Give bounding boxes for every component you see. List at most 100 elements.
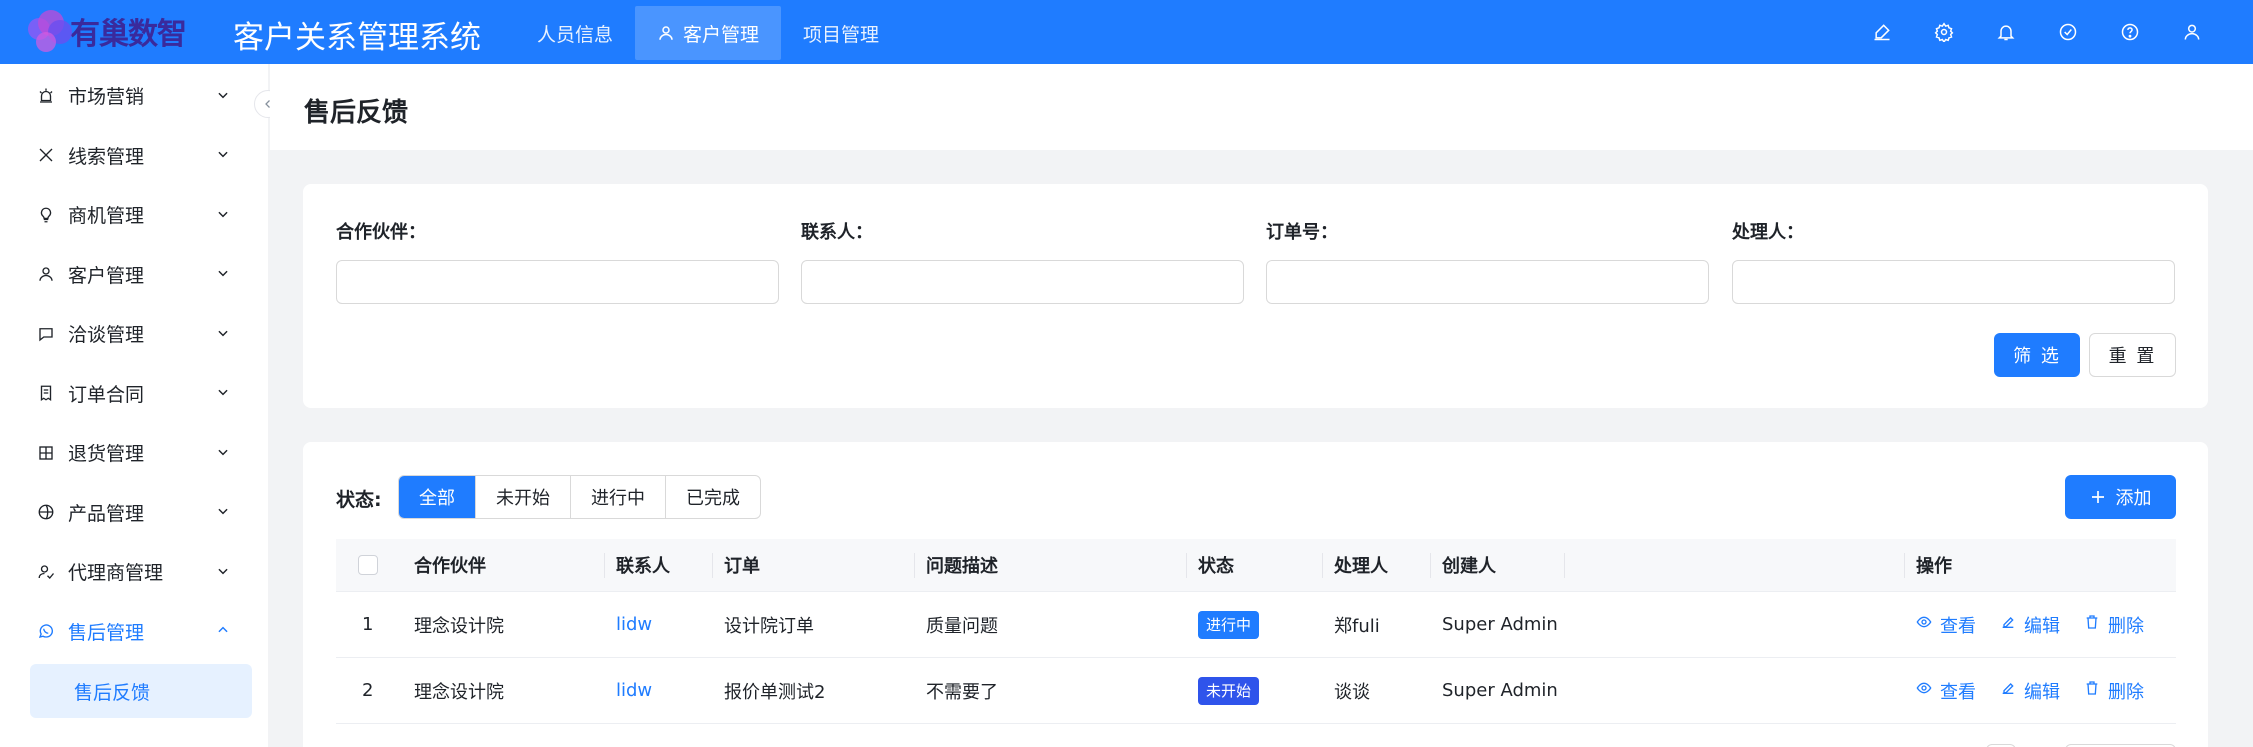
column-header-issue[interactable]: 问题描述 <box>926 539 998 591</box>
edit-label: 编辑 <box>2024 615 2060 637</box>
alarm-icon <box>36 86 56 106</box>
chevron-down-icon <box>216 144 230 166</box>
table-row: 1 理念设计院 lidw 设计院订单 质量问题 进行中 郑fuli Super Admin 查看… <box>336 592 2176 658</box>
sidebar-item-1[interactable]: 线索管理 <box>0 126 268 186</box>
delete-button[interactable]: 删除 <box>2084 612 2144 638</box>
row-actions: 查看 编辑 删除 <box>1916 658 2168 723</box>
chevron-down-icon <box>216 442 230 464</box>
row-status-cell: 进行中 <box>1198 592 1260 657</box>
column-header-order[interactable]: 订单 <box>724 539 760 591</box>
sidebar-item-0[interactable]: 市场营销 <box>0 66 268 126</box>
status-tab-in-progress[interactable]: 进行中 <box>571 476 666 518</box>
view-button[interactable]: 查看 <box>1916 612 1976 638</box>
row-order: 设计院订单 <box>724 615 814 637</box>
row-status-cell: 未开始 <box>1198 658 1260 723</box>
column-header-partner[interactable]: 合作伙伴 <box>414 539 486 591</box>
view-label: 查看 <box>1940 615 1976 637</box>
order-number-input[interactable] <box>1266 260 1709 304</box>
nav-label: 人员信息 <box>537 23 614 46</box>
status-badge: 进行中 <box>1198 610 1260 639</box>
contact-input[interactable] <box>801 260 1244 304</box>
chevron-down-icon <box>216 204 230 226</box>
sidebar-item-3[interactable]: 客户管理 <box>0 245 268 305</box>
sidebar-item-label: 订单合同 <box>68 383 145 406</box>
chevron-down-icon <box>216 501 230 523</box>
column-divider <box>1564 553 1565 578</box>
logo[interactable]: 有巢数智 <box>24 6 244 56</box>
handler-filter: 处理人： <box>1732 218 2175 304</box>
order-number-label: 订单号： <box>1266 222 1338 243</box>
filter-card: 合作伙伴： 联系人： 订单号： 处理人： 筛 选 重 置 <box>303 184 2208 408</box>
sidebar-item-5[interactable]: 订单合同 <box>0 364 268 424</box>
help-icon[interactable] <box>2099 0 2161 64</box>
status-tab-completed[interactable]: 已完成 <box>666 476 760 518</box>
user-icon[interactable] <box>2161 0 2223 64</box>
x-icon <box>36 145 56 165</box>
row-creator: Super Admin <box>1442 680 1558 701</box>
status-tab-not-started[interactable]: 未开始 <box>476 476 571 518</box>
chevron-down-icon <box>216 382 230 404</box>
sidebar-item-8[interactable]: 代理商管理 <box>0 542 268 602</box>
handler-input[interactable] <box>1732 260 2175 304</box>
gear-icon[interactable] <box>1913 0 1975 64</box>
view-button[interactable]: 查看 <box>1916 678 1976 704</box>
status-tab-all[interactable]: 全部 <box>399 476 476 518</box>
row-contact-link[interactable]: lidw <box>616 658 652 723</box>
sidebar-item-label: 产品管理 <box>68 502 145 525</box>
edit-button[interactable]: 编辑 <box>2000 612 2060 638</box>
sidebar-item-6[interactable]: 退货管理 <box>0 423 268 483</box>
row-order: 报价单测试2 <box>724 681 826 703</box>
column-header-status[interactable]: 状态 <box>1198 539 1234 591</box>
top-header: 有巢数智 客户关系管理系统 人员信息 客户管理 项目管理 <box>0 0 2253 64</box>
app-title: 客户关系管理系统 <box>233 20 481 56</box>
plus-icon <box>2091 491 2104 503</box>
filter-button[interactable]: 筛 选 <box>1994 333 2080 377</box>
select-all-checkbox[interactable] <box>358 555 378 575</box>
add-button[interactable]: 添加 <box>2065 475 2176 519</box>
bell-icon[interactable] <box>1975 0 2037 64</box>
chevron-down-icon <box>216 263 230 285</box>
contact-label: 联系人： <box>801 222 873 243</box>
check-circle-icon[interactable] <box>2037 0 2099 64</box>
page-title-bar: 售后反馈 <box>270 64 2253 150</box>
row-creator: Super Admin <box>1442 614 1558 635</box>
column-header-creator[interactable]: 创建人 <box>1442 539 1496 591</box>
sidebar-item-7[interactable]: 产品管理 <box>0 483 268 543</box>
brush-icon[interactable] <box>1851 0 1913 64</box>
sidebar-item-label: 代理商管理 <box>68 562 164 585</box>
column-header-contact[interactable]: 联系人 <box>616 539 670 591</box>
nav-item-customer[interactable]: 客户管理 <box>635 6 782 60</box>
column-header-actions: 操作 <box>1916 556 1952 577</box>
chat-icon <box>36 324 56 344</box>
edit-icon <box>2000 614 2024 635</box>
column-divider <box>1430 553 1431 578</box>
sidebar-item-4[interactable]: 洽谈管理 <box>0 304 268 364</box>
sidebar-item-2[interactable]: 商机管理 <box>0 185 268 245</box>
delete-button[interactable]: 删除 <box>2084 678 2144 704</box>
partner-label: 合作伙伴： <box>336 222 426 243</box>
nav-label: 客户管理 <box>683 23 760 46</box>
sidebar-item-label: 洽谈管理 <box>68 324 145 347</box>
edit-button[interactable]: 编辑 <box>2000 678 2060 704</box>
column-divider <box>604 553 605 578</box>
bulb-icon <box>36 205 56 225</box>
reset-button[interactable]: 重 置 <box>2089 333 2176 377</box>
sidebar-item-9[interactable]: 售后管理 <box>0 602 268 662</box>
column-header-handler[interactable]: 处理人 <box>1334 539 1388 591</box>
nav-item-project[interactable]: 项目管理 <box>781 6 901 60</box>
row-contact-link[interactable]: lidw <box>616 592 652 657</box>
agent-icon <box>36 562 56 582</box>
table-header: 合作伙伴 联系人 订单 问题描述 状态 处理人 创建人 操作 <box>336 539 2176 592</box>
sidebar-subitem-after-sales-feedback[interactable]: 售后反馈 <box>30 664 252 718</box>
partner-filter: 合作伙伴： <box>336 218 779 304</box>
order-number-filter: 订单号： <box>1266 218 1709 304</box>
column-divider <box>1322 553 1323 578</box>
add-button-label: 添加 <box>2115 488 2152 509</box>
edit-label: 编辑 <box>2024 681 2060 703</box>
top-nav: 人员信息 客户管理 项目管理 <box>515 6 901 60</box>
chevron-down-icon <box>216 323 230 345</box>
sidebar-item-label: 客户管理 <box>68 264 145 287</box>
partner-input[interactable] <box>336 260 779 304</box>
nav-item-personnel[interactable]: 人员信息 <box>515 6 635 60</box>
row-handler: 谈谈 <box>1334 681 1370 703</box>
